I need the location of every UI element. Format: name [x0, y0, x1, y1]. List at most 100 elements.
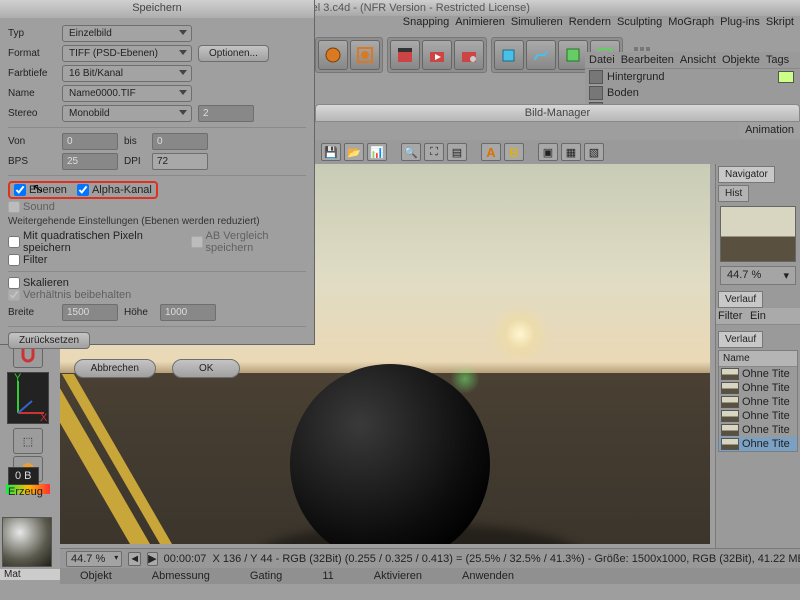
- label-bis: bis: [124, 136, 146, 147]
- menu-skript[interactable]: Skript: [766, 16, 794, 30]
- breite-field[interactable]: 1500: [62, 304, 118, 321]
- footer-gating[interactable]: Gating: [250, 570, 282, 582]
- ok-button[interactable]: OK: [172, 359, 240, 378]
- optionen-button[interactable]: Optionen...: [198, 45, 269, 62]
- history-row[interactable]: Ohne Tite: [719, 437, 797, 451]
- tab-histogram[interactable]: Hist: [718, 185, 749, 202]
- spline-icon[interactable]: [526, 40, 556, 70]
- verlauf-filter-label[interactable]: Filter: [718, 310, 742, 322]
- attribute-footer: Objekt Abmessung Gating 11 Aktivieren An…: [60, 568, 800, 584]
- pv-zoom-icon[interactable]: 🔍: [401, 143, 421, 161]
- clapboard-play-icon[interactable]: [422, 40, 452, 70]
- pv-fullscreen-icon[interactable]: ⛶: [424, 143, 444, 161]
- menu-animieren[interactable]: Animieren: [455, 16, 505, 30]
- play-icon[interactable]: ▶: [147, 552, 157, 566]
- pv-filter1-icon[interactable]: ▣: [538, 143, 558, 161]
- menu-rendern[interactable]: Rendern: [569, 16, 611, 30]
- menu-plugins[interactable]: Plug-ins: [720, 16, 760, 30]
- von-field[interactable]: 0: [62, 133, 118, 150]
- ebenen-checkbox[interactable]: [14, 184, 26, 196]
- tab-verlauf[interactable]: Verlauf: [718, 291, 763, 308]
- zoom-dropdown[interactable]: 44.7 %: [66, 551, 122, 567]
- material-preview-icon[interactable]: [2, 517, 52, 567]
- pv-open-icon[interactable]: 📂: [344, 143, 364, 161]
- menu-mograph[interactable]: MoGraph: [668, 16, 714, 30]
- cancel-button[interactable]: Abbrechen: [74, 359, 156, 378]
- stereo-count-field[interactable]: 2: [198, 105, 254, 122]
- history-row[interactable]: Ohne Tite: [719, 367, 797, 381]
- pv-compare-a-icon[interactable]: A: [481, 143, 501, 161]
- stereo-dropdown[interactable]: Monobild: [62, 105, 192, 122]
- object-tag-icon[interactable]: [778, 71, 794, 83]
- perspective-icon[interactable]: ⬚: [13, 428, 43, 454]
- picture-viewer-titlebar: Bild-Manager: [315, 104, 800, 122]
- format-dropdown[interactable]: TIFF (PSD-Ebenen): [62, 45, 192, 62]
- pv-compare-b-icon[interactable]: B: [504, 143, 524, 161]
- bis-field[interactable]: 0: [152, 133, 208, 150]
- tab-navigator[interactable]: Navigator: [718, 166, 775, 183]
- render-icon[interactable]: [318, 40, 348, 70]
- hoehe-field[interactable]: 1000: [160, 304, 216, 321]
- footer-abmessung[interactable]: Abmessung: [152, 570, 210, 582]
- pixel-info: X 136 / Y 44 - RGB (32Bit) (0.255 / 0.32…: [212, 553, 800, 565]
- objmenu-datei[interactable]: Datei: [589, 54, 615, 66]
- objmenu-objekte[interactable]: Objekte: [722, 54, 760, 66]
- footer-objekt[interactable]: Objekt: [80, 570, 112, 582]
- pv-filter2-icon[interactable]: ▦: [561, 143, 581, 161]
- footer-anwenden[interactable]: Anwenden: [462, 570, 514, 582]
- bps-field[interactable]: 25: [62, 153, 118, 170]
- name-dropdown[interactable]: Name0000.TIF: [62, 85, 192, 102]
- tab-animation[interactable]: Animation: [745, 124, 794, 136]
- timecode: 00:00:07: [164, 553, 207, 565]
- farbtiefe-dropdown[interactable]: 16 Bit/Kanal: [62, 65, 192, 82]
- material-label[interactable]: Mat: [0, 569, 60, 580]
- navigator-thumbnail[interactable]: [720, 206, 796, 262]
- floor-obj-icon: [589, 86, 603, 100]
- menu-simulieren[interactable]: Simulieren: [511, 16, 563, 30]
- pv-filter3-icon[interactable]: ▧: [584, 143, 604, 161]
- menu-sculpting[interactable]: Sculpting: [617, 16, 662, 30]
- render-region-icon[interactable]: [350, 40, 380, 70]
- clapboard-settings-icon[interactable]: [454, 40, 484, 70]
- cube-icon[interactable]: [494, 40, 524, 70]
- clapboard-icon[interactable]: [390, 40, 420, 70]
- label-typ: Typ: [8, 28, 56, 39]
- material-manager: Mat: [0, 515, 60, 580]
- sound-checkbox: [8, 201, 20, 213]
- skalieren-checkbox[interactable]: [8, 277, 20, 289]
- history-header-name[interactable]: Name: [719, 351, 797, 367]
- pv-histogram-icon[interactable]: 📊: [367, 143, 387, 161]
- chevron-down-icon: ▾: [783, 269, 789, 282]
- objmenu-ansicht[interactable]: Ansicht: [680, 54, 716, 66]
- verlauf-ein-label[interactable]: Ein: [750, 310, 766, 322]
- history-row-label: Ohne Tite: [742, 424, 790, 436]
- history-row-label: Ohne Tite: [742, 368, 790, 380]
- history-row[interactable]: Ohne Tite: [719, 395, 797, 409]
- history-row[interactable]: Ohne Tite: [719, 423, 797, 437]
- objmenu-tags[interactable]: Tags: [766, 54, 789, 66]
- footer-aktivieren[interactable]: Aktivieren: [374, 570, 422, 582]
- alpha-checkbox[interactable]: [77, 184, 89, 196]
- tab-verlauf-2[interactable]: Verlauf: [718, 331, 763, 348]
- history-row[interactable]: Ohne Tite: [719, 381, 797, 395]
- history-thumb-icon: [721, 382, 739, 394]
- generator-icon[interactable]: [558, 40, 588, 70]
- history-row-label: Ohne Tite: [742, 438, 790, 450]
- menu-snapping[interactable]: Snapping: [403, 16, 450, 30]
- label-format: Format: [8, 48, 56, 59]
- filter-checkbox[interactable]: [8, 254, 20, 266]
- pv-channel-icon[interactable]: ▤: [447, 143, 467, 161]
- objmenu-bearbeiten[interactable]: Bearbeiten: [621, 54, 674, 66]
- quadratic-checkbox[interactable]: [8, 236, 20, 248]
- filter-label: Filter: [23, 254, 47, 266]
- object-row[interactable]: Hintergrund: [585, 69, 800, 85]
- typ-dropdown[interactable]: Einzelbild: [62, 25, 192, 42]
- prev-frame-icon[interactable]: ◄: [128, 552, 141, 566]
- dpi-field[interactable]: 72: [152, 153, 208, 170]
- history-row[interactable]: Ohne Tite: [719, 409, 797, 423]
- object-row[interactable]: Boden: [585, 85, 800, 101]
- pv-save-icon[interactable]: 💾: [321, 143, 341, 161]
- reset-button[interactable]: Zurücksetzen: [8, 332, 90, 349]
- navigator-zoom[interactable]: 44.7 %▾: [720, 266, 796, 285]
- memory-badge: 0 B: [8, 467, 39, 485]
